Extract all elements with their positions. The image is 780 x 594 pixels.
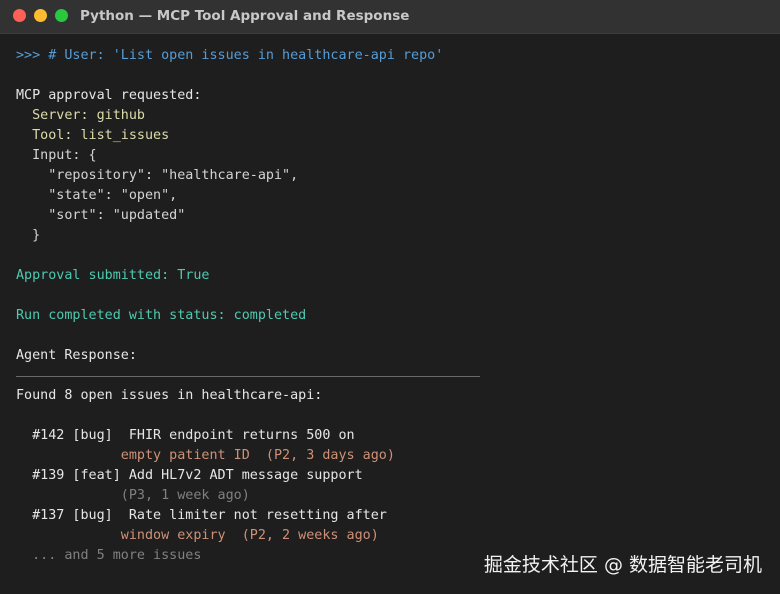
- approval-header: MCP approval requested:: [16, 88, 202, 103]
- tool-line: Tool: list_issues: [16, 128, 170, 143]
- issue-142-title: #142 [bug] FHIR endpoint returns 500 on: [16, 428, 355, 443]
- issue-137-detail: window expiry (P2, 2 weeks ago): [16, 528, 379, 543]
- input-repository: "repository": "healthcare-api",: [16, 168, 299, 183]
- window-title: Python — MCP Tool Approval and Response: [80, 8, 410, 24]
- issue-139-title: #139 [feat] Add HL7v2 ADT message suppor…: [16, 468, 363, 483]
- server-line: Server: github: [16, 108, 145, 123]
- input-state: "state": "open",: [16, 188, 178, 203]
- divider: [16, 366, 776, 386]
- found-line: Found 8 open issues in healthcare-api:: [16, 388, 323, 403]
- issue-137-title: #137 [bug] Rate limiter not resetting af…: [16, 508, 387, 523]
- run-status: Run completed with status: completed: [16, 308, 307, 323]
- input-sort: "sort": "updated": [16, 208, 186, 223]
- approval-submitted: Approval submitted: True: [16, 268, 210, 283]
- terminal-window: Python — MCP Tool Approval and Response …: [0, 0, 780, 594]
- issue-139-detail: (P3, 1 week ago): [16, 488, 250, 503]
- close-button[interactable]: [13, 9, 26, 22]
- input-close: }: [16, 228, 41, 243]
- prompt-line: >>> # User: 'List open issues in healthc…: [16, 48, 444, 63]
- watermark: 掘金技术社区 @ 数据智能老司机: [483, 554, 762, 576]
- terminal-output[interactable]: >>> # User: 'List open issues in healthc…: [16, 46, 776, 566]
- zoom-button[interactable]: [55, 9, 68, 22]
- input-open: Input: {: [16, 148, 97, 163]
- agent-response-label: Agent Response:: [16, 348, 137, 363]
- title-bar: Python — MCP Tool Approval and Response: [0, 0, 780, 34]
- issue-142-detail: empty patient ID (P2, 3 days ago): [16, 448, 395, 463]
- minimize-button[interactable]: [34, 9, 47, 22]
